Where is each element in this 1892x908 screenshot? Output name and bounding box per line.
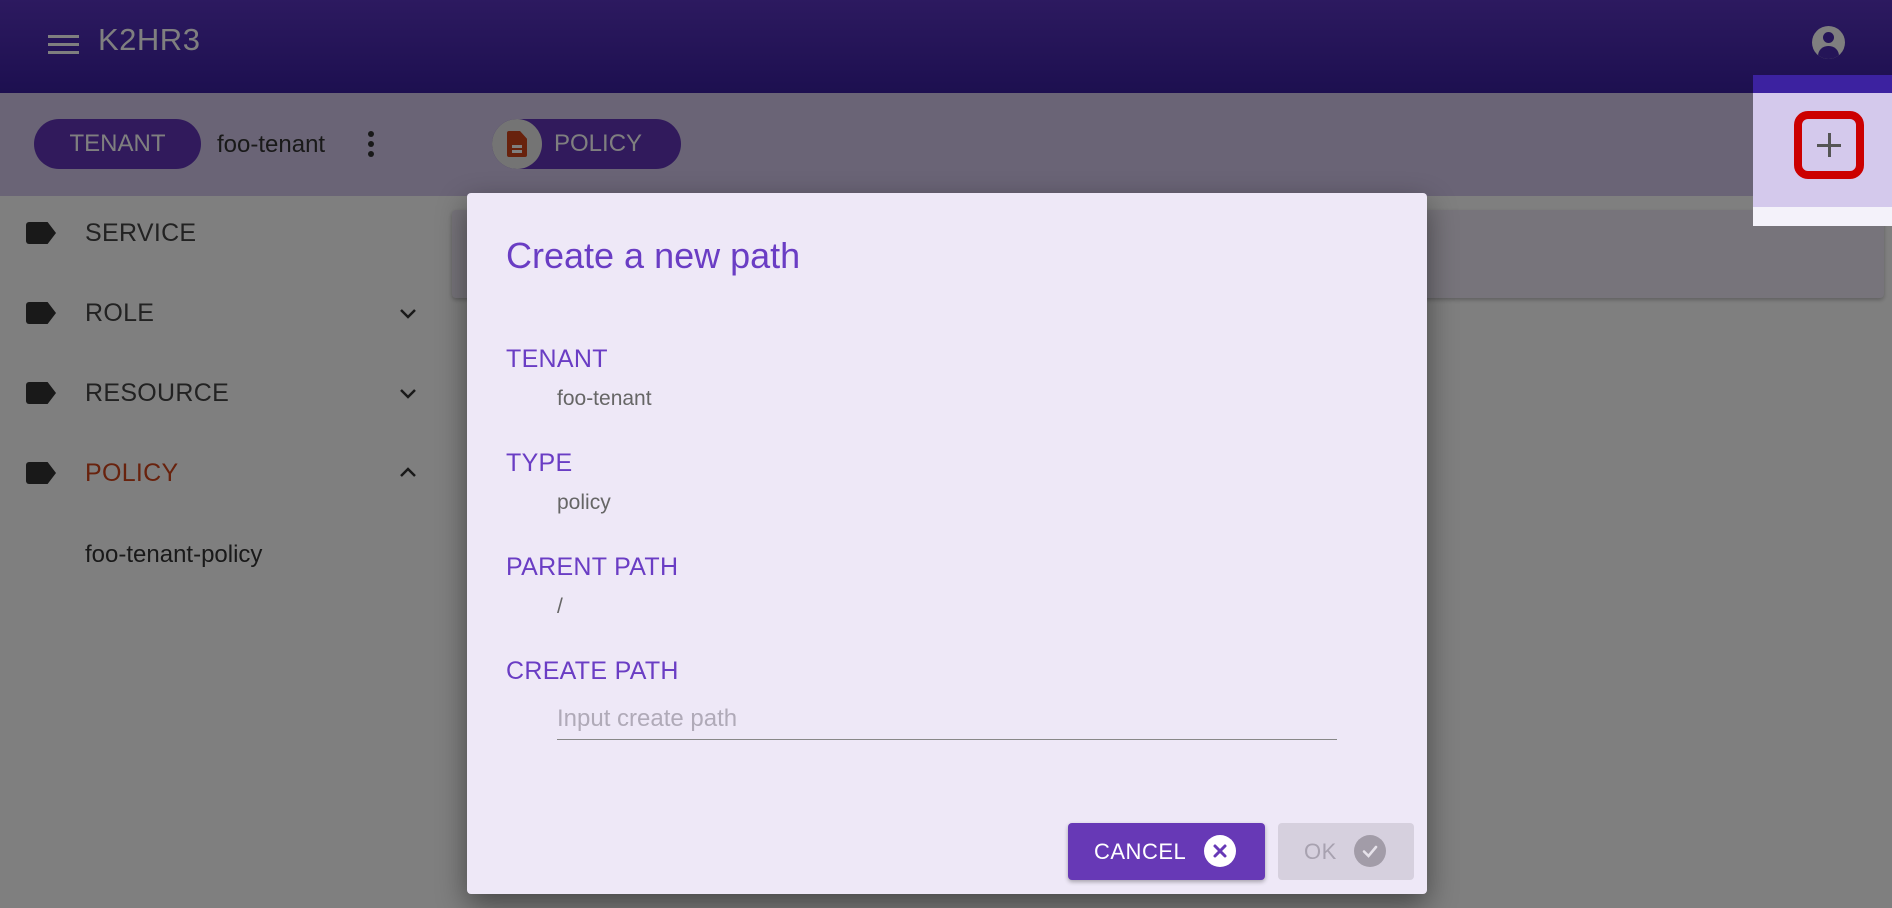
create-path-input[interactable]: [557, 698, 1337, 740]
cancel-button[interactable]: CANCEL: [1068, 823, 1265, 880]
check-circle-icon: [1354, 835, 1386, 867]
cancel-button-label: CANCEL: [1094, 838, 1187, 864]
ok-button-label: OK: [1304, 838, 1337, 864]
add-path-button[interactable]: [1794, 111, 1864, 179]
parent-path-label: PARENT PATH: [506, 553, 679, 581]
tenant-label: TENANT: [506, 345, 608, 373]
create-path-dialog: Create a new path TENANT foo-tenant TYPE…: [467, 193, 1427, 894]
tenant-value: foo-tenant: [557, 387, 652, 410]
dialog-title: Create a new path: [506, 235, 801, 276]
create-path-label: CREATE PATH: [506, 657, 679, 685]
cancel-circle-icon: [1204, 835, 1236, 867]
plus-icon: [1817, 133, 1841, 157]
ok-button[interactable]: OK: [1278, 823, 1414, 880]
parent-path-value: /: [557, 595, 563, 618]
type-value: policy: [557, 491, 611, 514]
type-label: TYPE: [506, 449, 573, 477]
